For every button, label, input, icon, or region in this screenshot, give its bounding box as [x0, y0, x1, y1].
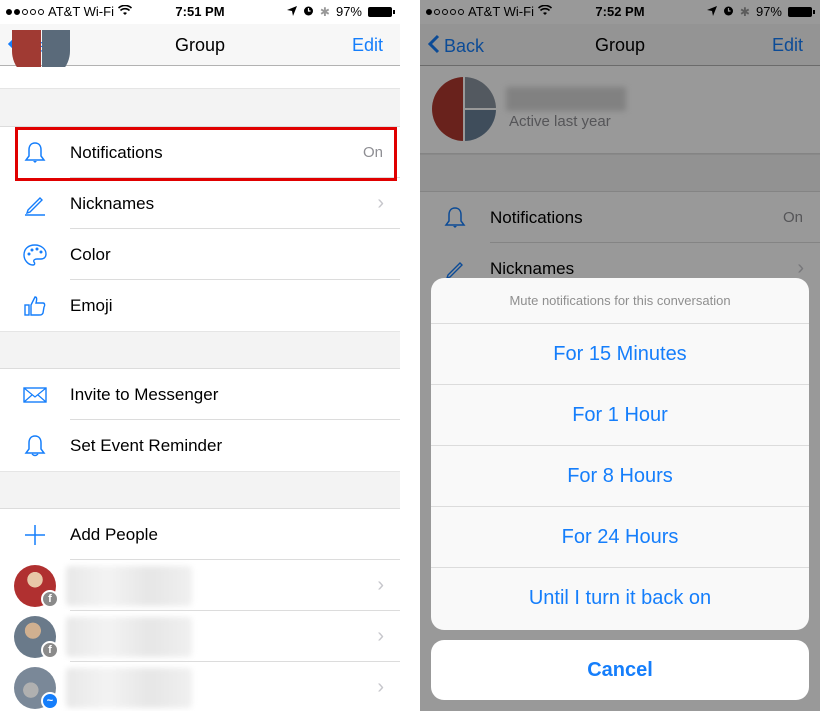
member-name-redacted	[66, 667, 192, 708]
action-sheet-title: Mute notifications for this conversation	[431, 278, 809, 324]
location-icon	[286, 4, 297, 19]
emoji-row[interactable]: Emoji	[0, 280, 400, 331]
edit-button[interactable]: Edit	[352, 35, 383, 56]
mute-15-minutes-option[interactable]: For 15 Minutes	[431, 324, 809, 385]
chevron-right-icon: ›	[377, 625, 384, 647]
section-divider	[0, 471, 400, 509]
thumbs-up-icon	[22, 293, 48, 319]
bell-icon	[22, 433, 48, 459]
event-reminder-label: Set Event Reminder	[70, 435, 223, 455]
mute-24-hours-option[interactable]: For 24 Hours	[431, 507, 809, 568]
member-row[interactable]: ~ ›	[0, 662, 400, 711]
nicknames-label: Nicknames	[70, 193, 155, 213]
member-name-redacted	[66, 565, 192, 606]
invite-to-messenger-row[interactable]: Invite to Messenger	[0, 369, 400, 420]
color-row[interactable]: Color	[0, 229, 400, 280]
member-row[interactable]: f ›	[0, 560, 400, 611]
member-row[interactable]: f ›	[0, 611, 400, 662]
screen-gap	[400, 0, 420, 711]
chevron-right-icon: ›	[377, 676, 384, 698]
mute-8-hours-option[interactable]: For 8 Hours	[431, 446, 809, 507]
battery-percent: 97%	[335, 4, 362, 19]
plus-icon	[22, 522, 48, 548]
invite-label: Invite to Messenger	[70, 384, 219, 404]
add-people-row[interactable]: Add People	[0, 509, 400, 560]
facebook-badge-icon: f	[41, 641, 59, 659]
right-screen: AT&T Wi-Fi 7:52 PM ✱ 97% Back Group Edit	[420, 0, 820, 711]
battery-icon	[368, 6, 395, 17]
mute-until-turned-on-option[interactable]: Until I turn it back on	[431, 568, 809, 629]
envelope-icon	[22, 382, 48, 408]
notifications-highlight-box	[15, 127, 397, 181]
status-bar: AT&T Wi-Fi 7:51 PM ✱ 97%	[0, 0, 400, 24]
pencil-icon	[22, 191, 48, 217]
chevron-right-icon: ›	[377, 192, 384, 214]
section-divider	[0, 88, 400, 127]
nicknames-row[interactable]: Nicknames ›	[0, 178, 400, 229]
cancel-button[interactable]: Cancel	[431, 640, 809, 700]
alarm-icon	[303, 4, 314, 19]
facebook-badge-icon: f	[41, 590, 59, 608]
messenger-badge-icon: ~	[41, 692, 59, 710]
palette-icon	[22, 242, 48, 268]
mute-action-sheet: Mute notifications for this conversation…	[431, 278, 809, 630]
chevron-right-icon: ›	[377, 574, 384, 596]
set-event-reminder-row[interactable]: Set Event Reminder	[0, 420, 400, 471]
section-divider	[0, 331, 400, 369]
add-people-label: Add People	[70, 524, 158, 544]
left-screen: AT&T Wi-Fi 7:51 PM ✱ 97% Back Group Edit	[0, 0, 400, 711]
member-name-redacted	[66, 616, 192, 657]
bluetooth-icon: ✱	[319, 4, 330, 19]
mute-1-hour-option[interactable]: For 1 Hour	[431, 385, 809, 446]
color-label: Color	[70, 244, 111, 264]
emoji-label: Emoji	[70, 295, 113, 315]
